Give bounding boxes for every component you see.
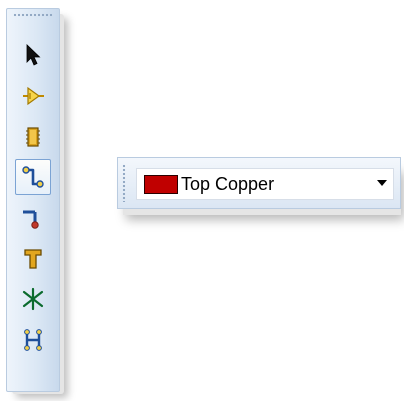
vertical-toolbar: [6, 8, 66, 394]
ic-chip-icon: [26, 127, 40, 147]
text-t-icon: [24, 249, 42, 269]
ratsnest-tool-button[interactable]: [15, 281, 51, 317]
toolbar-grip-handle[interactable]: [13, 13, 53, 17]
layer-select-value: Top Copper: [181, 174, 275, 194]
layer-toolbar-body: Top Copper: [117, 157, 401, 209]
layer-toolbar: Top Copper: [117, 157, 404, 219]
layer-toolbar-grip-handle[interactable]: [122, 164, 126, 202]
route-track-icon: [22, 166, 44, 188]
ic-package-tool-button[interactable]: [15, 119, 51, 155]
text-tool-button[interactable]: [15, 241, 51, 277]
connectivity-tool-button[interactable]: [15, 322, 51, 358]
route-track-tool-button[interactable]: [15, 159, 51, 195]
select-tool-button[interactable]: [15, 37, 51, 73]
pad-pin-icon: [23, 210, 39, 229]
layer-select-dropdown[interactable]: Top Copper: [136, 168, 394, 200]
toolbar-body: [6, 8, 60, 392]
dropdown-arrow-icon[interactable]: [377, 180, 387, 186]
ratsnest-star-icon: [22, 287, 44, 311]
component-pin-icon: [23, 86, 44, 106]
layer-color-swatch: [144, 175, 178, 194]
component-tool-button[interactable]: [15, 78, 51, 114]
connectivity-h-icon: [24, 329, 42, 351]
pad-tool-button[interactable]: [15, 200, 51, 236]
arrow-pointer-icon: [26, 44, 41, 66]
